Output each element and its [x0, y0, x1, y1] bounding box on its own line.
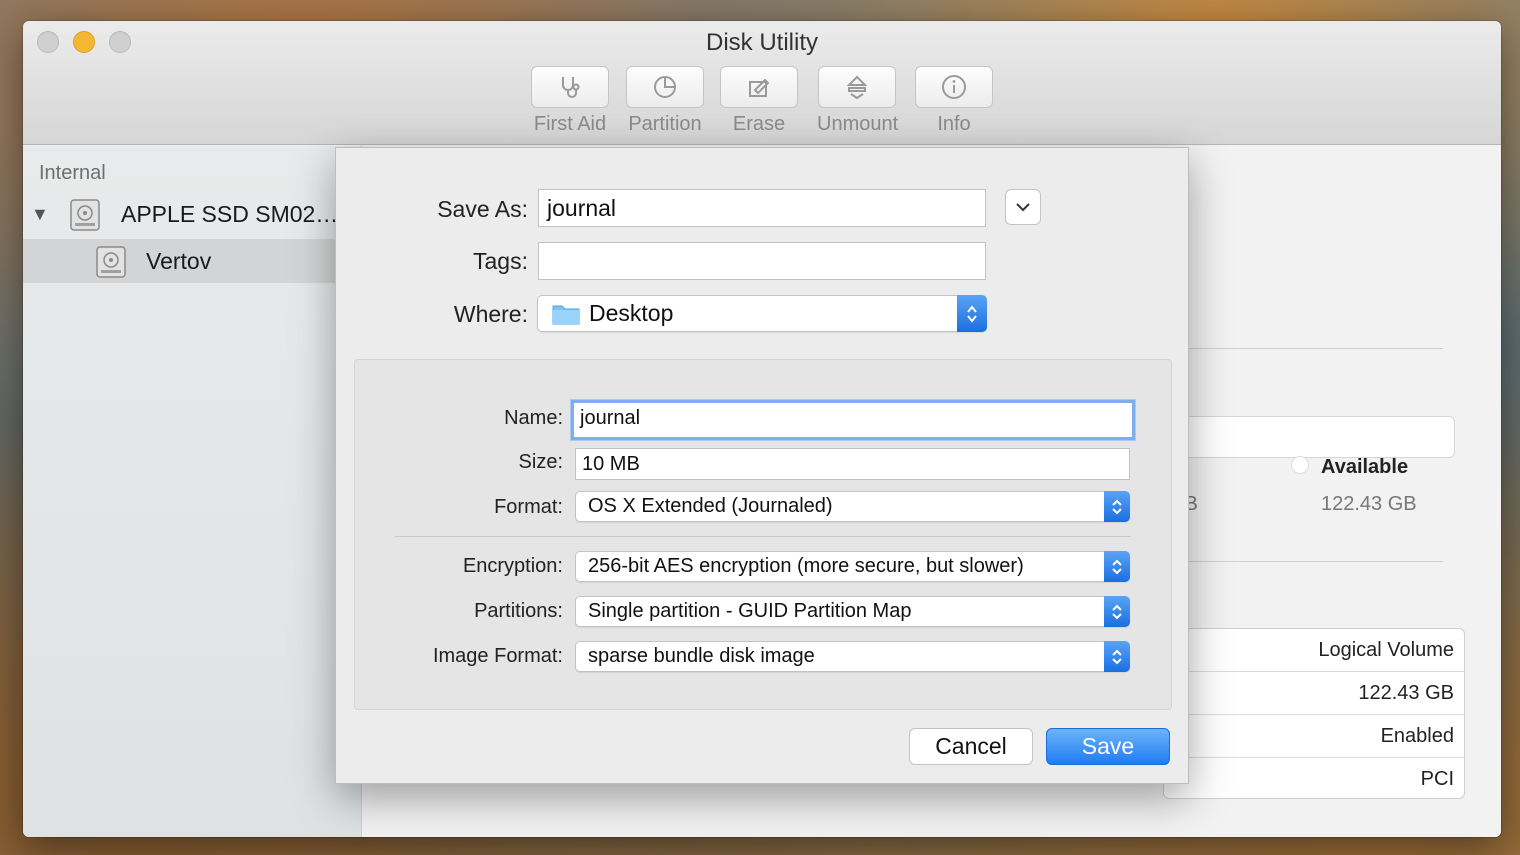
stepper-arrows-icon [1104, 596, 1130, 627]
stepper-arrows-icon [957, 295, 987, 332]
stepper-arrows-icon [1104, 551, 1130, 582]
sidebar-item-label: APPLE SSD SM02… [121, 200, 339, 227]
tags-field[interactable] [538, 242, 986, 280]
sidebar: Internal ▼ APPLE SSD SM02… Vertov [23, 146, 361, 837]
window-title: Disk Utility [706, 29, 818, 56]
erase-label: Erase [732, 113, 786, 135]
info-table: Logical Volume 122.43 GB Enabled PCI [1163, 628, 1465, 799]
hard-drive-icon [69, 198, 101, 237]
info-row: PCI [1164, 758, 1464, 801]
partitions-label: Partitions: [474, 600, 563, 622]
first-aid-button[interactable] [531, 66, 609, 108]
save-as-field[interactable]: journal [538, 189, 986, 227]
name-label: Name: [504, 407, 563, 429]
erase-tool[interactable]: Erase [719, 66, 799, 136]
disclosure-triangle-icon[interactable]: ▼ [31, 204, 49, 225]
first-aid-label: First Aid [533, 113, 607, 135]
eject-icon [846, 75, 868, 100]
eraser-icon [749, 78, 770, 97]
unmount-label: Unmount [817, 113, 899, 135]
image-format-label: Image Format: [432, 645, 563, 667]
save-button[interactable]: Save [1046, 728, 1170, 765]
format-value: OS X Extended (Journaled) [588, 495, 833, 517]
partition-label: Partition [628, 113, 702, 135]
info-row-value: Logical Volume [1318, 639, 1454, 661]
save-as-label: Save As: [437, 196, 528, 222]
partition-button[interactable] [626, 66, 704, 108]
where-value: Desktop [589, 300, 674, 326]
pie-partition-icon [654, 76, 676, 98]
first-aid-tool[interactable]: First Aid [530, 66, 610, 136]
info-button[interactable] [915, 66, 993, 108]
titlebar: Disk Utility First Aid Partition Erase U… [23, 21, 1501, 145]
size-label: Size: [518, 451, 563, 473]
sidebar-section-internal: Internal [39, 162, 106, 184]
separator [1163, 561, 1443, 562]
stethoscope-icon [562, 77, 580, 98]
available-value: 122.43 GB [1321, 493, 1417, 515]
format-label: Format: [494, 496, 563, 518]
where-popup[interactable]: Desktop [537, 295, 987, 332]
available-label: Available [1321, 456, 1409, 478]
info-row-value: 122.43 GB [1358, 682, 1454, 704]
info-tool[interactable]: Info [914, 66, 994, 136]
image-options-panel: Name: journal Size: 10 MB Format: OS X E… [354, 359, 1172, 710]
chevron-down-icon [1016, 203, 1030, 212]
format-popup[interactable]: OS X Extended (Journaled) [575, 491, 1130, 522]
unmount-button[interactable] [818, 66, 896, 108]
unmount-tool[interactable]: Unmount [817, 66, 899, 136]
section-divider [395, 536, 1131, 537]
usage-bar [1163, 416, 1455, 458]
separator [1163, 348, 1443, 349]
size-field[interactable]: 10 MB [575, 448, 1130, 480]
info-row: Logical Volume [1164, 629, 1464, 672]
image-format-popup[interactable]: sparse bundle disk image [575, 641, 1130, 672]
expand-dialog-button[interactable] [1005, 189, 1041, 225]
sidebar-item-label: Vertov [146, 247, 212, 274]
info-row: Enabled [1164, 715, 1464, 758]
where-label: Where: [453, 301, 528, 327]
stepper-arrows-icon [1104, 641, 1130, 672]
erase-button[interactable] [720, 66, 798, 108]
info-row-value: Enabled [1380, 725, 1454, 747]
volume-icon [95, 245, 127, 284]
tags-label: Tags: [473, 248, 528, 274]
encryption-label: Encryption: [462, 555, 563, 577]
info-icon [942, 75, 966, 99]
sidebar-item-apple-ssd[interactable]: ▼ APPLE SSD SM02… [23, 192, 361, 236]
partitions-popup[interactable]: Single partition - GUID Partition Map [575, 596, 1130, 627]
info-label: Info [937, 113, 971, 135]
encryption-value: 256-bit AES encryption (more secure, but… [588, 555, 1024, 577]
image-format-value: sparse bundle disk image [588, 645, 815, 667]
available-swatch [1291, 456, 1309, 474]
encryption-popup[interactable]: 256-bit AES encryption (more secure, but… [575, 551, 1130, 582]
info-row: 122.43 GB [1164, 672, 1464, 715]
save-sheet: Save As: journal Tags: Where: Desktop Na… [335, 147, 1189, 784]
folder-icon [552, 303, 580, 325]
cancel-button[interactable]: Cancel [909, 728, 1033, 765]
partition-tool[interactable]: Partition [625, 66, 705, 136]
name-field[interactable]: journal [571, 400, 1135, 440]
info-row-value: PCI [1420, 768, 1454, 790]
sidebar-item-vertov[interactable]: Vertov [23, 239, 361, 283]
stepper-arrows-icon [1104, 491, 1130, 522]
partitions-value: Single partition - GUID Partition Map [588, 600, 912, 622]
